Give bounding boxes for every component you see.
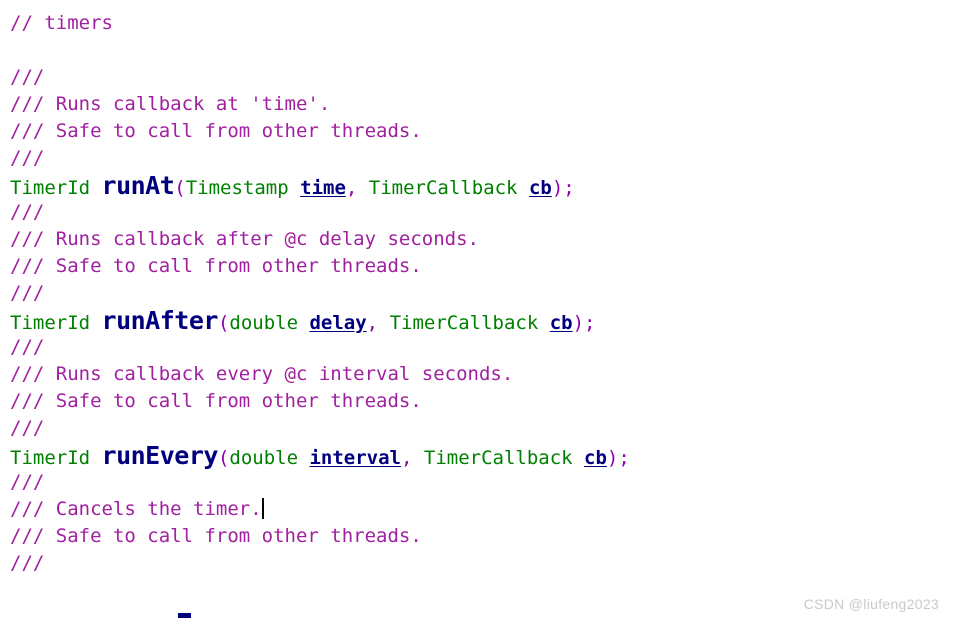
code-line[interactable]: /// bbox=[10, 550, 953, 577]
arg-type-token: Timestamp bbox=[185, 177, 301, 199]
comment-token: /// Safe to call from other threads. bbox=[10, 255, 422, 277]
paren-open-token: ( bbox=[217, 312, 230, 334]
code-line[interactable]: /// bbox=[10, 280, 953, 307]
code-line[interactable]: /// Safe to call from other threads. bbox=[10, 523, 953, 550]
arg-type-token: double bbox=[229, 312, 310, 334]
parameter-token[interactable]: interval bbox=[309, 447, 401, 469]
comment-token: /// bbox=[10, 417, 45, 439]
parameter-token[interactable]: cb bbox=[584, 447, 607, 469]
comment-token: /// bbox=[10, 147, 45, 169]
comment-token: /// Safe to call from other threads. bbox=[10, 390, 422, 412]
return-type-token: TimerId bbox=[10, 312, 102, 334]
paren-close-semicolon-token: ); bbox=[551, 177, 575, 199]
function-name-token[interactable]: runAt bbox=[102, 171, 175, 200]
code-line[interactable]: /// bbox=[10, 415, 953, 442]
comment-token: /// bbox=[10, 336, 45, 358]
return-type-token: TimerId bbox=[10, 447, 102, 469]
comma-token: , bbox=[366, 312, 390, 334]
paren-open-token: ( bbox=[174, 177, 186, 199]
clipped-next-line-glyph bbox=[178, 613, 191, 618]
code-line[interactable]: /// bbox=[10, 64, 953, 91]
arg-type-token: double bbox=[229, 447, 310, 469]
parameter-token[interactable]: cb bbox=[550, 312, 573, 334]
code-line-signature-runafter[interactable]: TimerId runAfter(double delay, TimerCall… bbox=[10, 307, 953, 334]
comment-token: // timers bbox=[10, 12, 113, 34]
return-type-token: TimerId bbox=[10, 177, 102, 199]
parameter-token[interactable]: cb bbox=[529, 177, 552, 199]
comment-token: /// bbox=[10, 471, 45, 493]
comment-token: /// Runs callback at 'time'. bbox=[10, 93, 331, 115]
arg-type-token: TimerCallback bbox=[389, 312, 550, 334]
code-line[interactable]: /// Safe to call from other threads. bbox=[10, 118, 953, 145]
paren-close-semicolon-token: ); bbox=[606, 447, 630, 469]
code-line-with-caret[interactable]: /// Cancels the timer. bbox=[10, 496, 953, 523]
parameter-token[interactable]: time bbox=[300, 177, 346, 199]
function-name-token[interactable]: runAfter bbox=[102, 306, 219, 335]
comment-token: /// Safe to call from other threads. bbox=[10, 525, 422, 547]
code-line-signature-runat[interactable]: TimerId runAt(Timestamp time, TimerCallb… bbox=[10, 172, 953, 199]
code-line[interactable]: /// bbox=[10, 469, 953, 496]
code-line[interactable]: /// bbox=[10, 334, 953, 361]
code-line[interactable]: /// Safe to call from other threads. bbox=[10, 253, 953, 280]
comment-token: /// Runs callback every @c interval seco… bbox=[10, 363, 514, 385]
comment-token: /// bbox=[10, 201, 45, 223]
code-line[interactable]: // timers bbox=[10, 10, 953, 37]
code-line[interactable]: /// bbox=[10, 145, 953, 172]
comma-token: , bbox=[345, 177, 369, 199]
paren-open-token: ( bbox=[217, 447, 230, 469]
code-line[interactable]: /// Runs callback at 'time'. bbox=[10, 91, 953, 118]
comment-token: /// bbox=[10, 552, 45, 574]
comment-token: /// Runs callback after @c delay seconds… bbox=[10, 228, 479, 250]
comment-token: /// Safe to call from other threads. bbox=[10, 120, 422, 142]
comment-token: /// Cancels the timer. bbox=[10, 498, 262, 520]
text-caret bbox=[261, 498, 264, 519]
comment-token: /// bbox=[10, 282, 45, 304]
code-line[interactable]: /// Runs callback every @c interval seco… bbox=[10, 361, 953, 388]
parameter-token[interactable]: delay bbox=[309, 312, 366, 334]
arg-type-token: TimerCallback bbox=[423, 447, 585, 469]
code-line[interactable]: /// bbox=[10, 199, 953, 226]
code-line[interactable]: /// Runs callback after @c delay seconds… bbox=[10, 226, 953, 253]
comment-token: /// bbox=[10, 66, 45, 88]
paren-close-semicolon-token: ); bbox=[572, 312, 596, 334]
arg-type-token: TimerCallback bbox=[368, 177, 529, 199]
function-name-token[interactable]: runEvery bbox=[102, 441, 219, 470]
csdn-watermark: CSDN @liufeng2023 bbox=[803, 596, 939, 612]
code-line-blank[interactable] bbox=[10, 37, 953, 64]
code-line-signature-runevery[interactable]: TimerId runEvery(double interval, TimerC… bbox=[10, 442, 953, 469]
code-editor-pane[interactable]: // timers /// /// Runs callback at 'time… bbox=[0, 0, 953, 620]
comma-token: , bbox=[400, 447, 424, 469]
code-line[interactable]: /// Safe to call from other threads. bbox=[10, 388, 953, 415]
